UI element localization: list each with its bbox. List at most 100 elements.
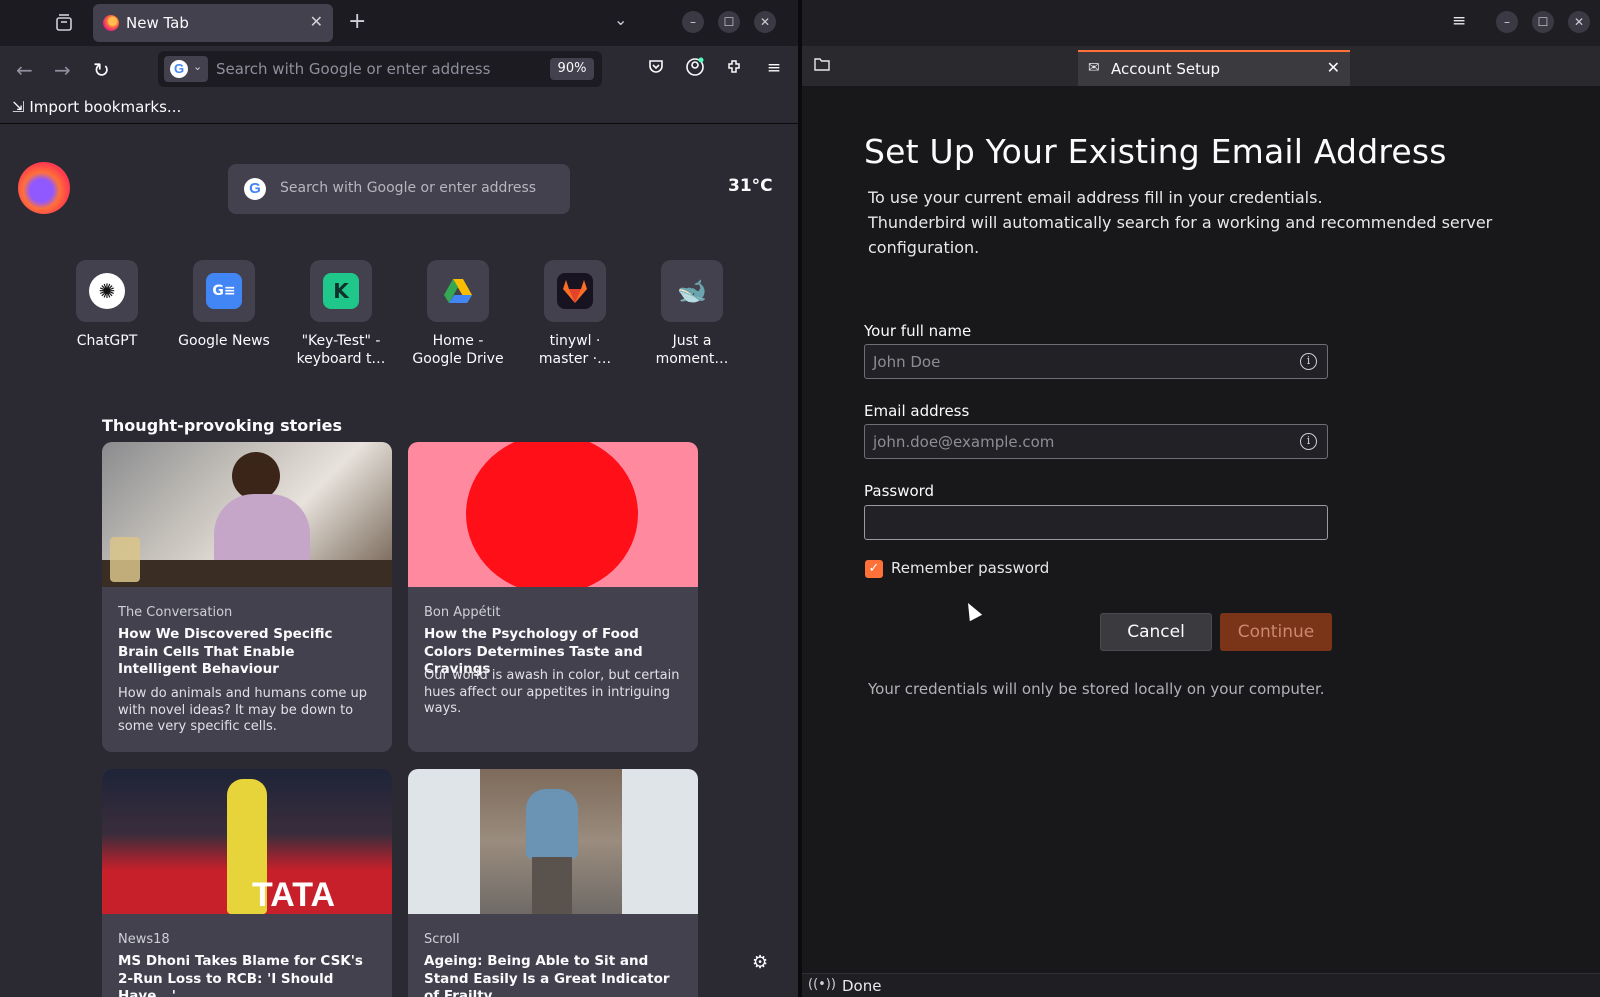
cancel-button[interactable]: Cancel [1100, 613, 1212, 651]
firefox-logo-icon [18, 162, 70, 214]
shortcut-google-drive[interactable]: Home - Google Drive [408, 260, 508, 368]
status-text: Done [842, 977, 882, 995]
setup-description-line: Thunderbird will automatically search fo… [868, 213, 1493, 257]
google-news-icon: G≡ [206, 273, 242, 309]
shortcut-tinywl[interactable]: tinywl · master ·… [525, 260, 625, 368]
story-source: The Conversation [118, 605, 233, 620]
new-tab-page: G Search with Google or enter address 31… [0, 124, 798, 997]
fullname-label: Your full name [864, 322, 972, 340]
firefox-favicon-icon [103, 15, 119, 31]
mail-settings-icon: ✉ [1088, 60, 1100, 76]
close-window-button[interactable]: ✕ [1568, 11, 1590, 33]
bookmarks-toolbar: ⇲ Import bookmarks... [0, 92, 798, 124]
thunderbird-tabbar: ✉ Account Setup ✕ [802, 46, 1600, 86]
status-bar: ((•)) Done [802, 973, 1600, 997]
setup-description: To use your current email address fill i… [868, 185, 1508, 260]
remember-password-checkbox[interactable]: ✓ [865, 560, 883, 578]
account-setup-page: Set Up Your Existing Email Address To us… [802, 86, 1600, 973]
shortcut-tile [427, 260, 489, 322]
firefox-view-button[interactable] [50, 10, 78, 36]
shortcut-chatgpt[interactable]: ✺ ChatGPT [57, 260, 157, 350]
page-title: Set Up Your Existing Email Address [864, 132, 1447, 171]
password-field[interactable] [864, 505, 1328, 540]
thunderbird-window: ≡ – ☐ ✕ ✉ Account Setup ✕ Set Up Your Ex… [802, 0, 1600, 997]
story-image [408, 442, 698, 587]
new-tab-button[interactable]: + [348, 9, 366, 34]
remember-password-label[interactable]: Remember password [891, 559, 1049, 577]
maximize-button[interactable]: ☐ [718, 11, 740, 33]
shortcut-tile: G≡ [193, 260, 255, 322]
story-excerpt: Our world is awash in color, but certain… [424, 668, 680, 716]
pocket-icon[interactable] [645, 57, 667, 79]
close-tab-icon[interactable]: ✕ [1327, 58, 1340, 77]
app-menu-icon[interactable]: ≡ [1452, 11, 1466, 31]
firefox-navbar: ← → ↻ G ⌄ Search with Google or enter ad… [0, 46, 798, 92]
story-headline: How We Discovered Specific Brain Cells T… [118, 626, 333, 677]
shortcut-label: ChatGPT [76, 333, 138, 349]
story-card[interactable]: TATA News18 MS Dhoni Takes Blame for CSK… [102, 769, 392, 997]
shortcut-tile: 🐋 [661, 260, 723, 322]
shortcut-label: Just a moment… [655, 333, 729, 367]
maximize-button[interactable]: ☐ [1532, 11, 1554, 33]
minimize-button[interactable]: – [1496, 11, 1518, 33]
folder-icon[interactable] [814, 57, 830, 75]
story-source: News18 [118, 932, 170, 947]
weather-widget[interactable]: 31°C [728, 176, 773, 196]
shortcut-keytest[interactable]: K "Key-Test" - keyboard t… [291, 260, 391, 368]
import-bookmarks-button[interactable]: ⇲ Import bookmarks... [12, 98, 181, 116]
email-placeholder: john.doe@example.com [873, 433, 1055, 451]
newtab-search-box[interactable]: G Search with Google or enter address [228, 164, 570, 214]
deepseek-icon: 🐋 [677, 277, 707, 305]
story-image [408, 769, 698, 914]
personalize-gear-icon[interactable]: ⚙ [752, 952, 768, 973]
google-icon: G [244, 178, 266, 200]
shortcut-label: Home - Google Drive [412, 333, 504, 367]
zoom-level-button[interactable]: 90% [550, 58, 594, 80]
shortcut-google-news[interactable]: G≡ Google News [174, 260, 274, 350]
account-icon[interactable] [684, 57, 706, 79]
fullname-field[interactable]: John Doe i [864, 344, 1328, 379]
close-tab-icon[interactable]: ✕ [310, 12, 323, 31]
story-source: Scroll [424, 932, 460, 947]
search-engine-button[interactable]: G ⌄ [164, 56, 208, 82]
story-card[interactable]: Scroll Ageing: Being Able to Sit and Sta… [408, 769, 698, 997]
minimize-button[interactable]: – [682, 11, 704, 33]
firefox-window: New Tab ✕ + ⌄ – ☐ ✕ ← → ↻ G ⌄ Search wit… [0, 0, 798, 997]
close-window-button[interactable]: ✕ [754, 11, 776, 33]
online-status-icon[interactable]: ((•)) [808, 977, 836, 992]
shortcut-just-a-moment[interactable]: 🐋 Just a moment… [642, 260, 742, 368]
newtab-search-placeholder: Search with Google or enter address [280, 180, 537, 196]
story-card[interactable]: Bon Appétit How the Psychology of Food C… [408, 442, 698, 752]
google-drive-icon [440, 273, 476, 309]
back-arrow-icon[interactable]: ← [16, 58, 33, 82]
story-card[interactable]: The Conversation How We Discovered Speci… [102, 442, 392, 752]
tab-account-setup[interactable]: ✉ Account Setup ✕ [1078, 50, 1350, 86]
extensions-puzzle-icon[interactable] [724, 57, 746, 79]
hamburger-menu-icon[interactable]: ≡ [763, 57, 785, 79]
story-image [102, 442, 392, 587]
list-all-tabs-chevron-icon[interactable]: ⌄ [614, 10, 627, 29]
google-icon: G [170, 60, 188, 78]
info-icon[interactable]: i [1300, 353, 1317, 370]
continue-button[interactable]: Continue [1220, 613, 1332, 651]
story-source: Bon Appétit [424, 605, 501, 620]
shortcut-tile [544, 260, 606, 322]
mouse-cursor-icon [961, 599, 983, 622]
story-image: TATA [102, 769, 392, 914]
reload-icon[interactable]: ↻ [93, 58, 110, 82]
forward-arrow-icon[interactable]: → [54, 58, 71, 82]
keytest-icon: K [323, 273, 359, 309]
credentials-note: Your credentials will only be stored loc… [868, 680, 1325, 698]
info-icon[interactable]: i [1300, 433, 1317, 450]
import-bookmarks-label: Import bookmarks... [29, 98, 182, 116]
chatgpt-icon: ✺ [89, 273, 125, 309]
shortcut-tile: ✺ [76, 260, 138, 322]
shortcut-label: "Key-Test" - keyboard t… [296, 333, 386, 367]
shortcut-tile: K [310, 260, 372, 322]
tab-new-tab[interactable]: New Tab ✕ [93, 4, 333, 42]
desktop: New Tab ✕ + ⌄ – ☐ ✕ ← → ↻ G ⌄ Search wit… [0, 0, 1600, 997]
tab-title: New Tab [126, 14, 189, 32]
email-field[interactable]: john.doe@example.com i [864, 424, 1328, 459]
url-bar[interactable]: G ⌄ Search with Google or enter address … [158, 51, 602, 87]
setup-description-line: To use your current email address fill i… [868, 188, 1323, 207]
